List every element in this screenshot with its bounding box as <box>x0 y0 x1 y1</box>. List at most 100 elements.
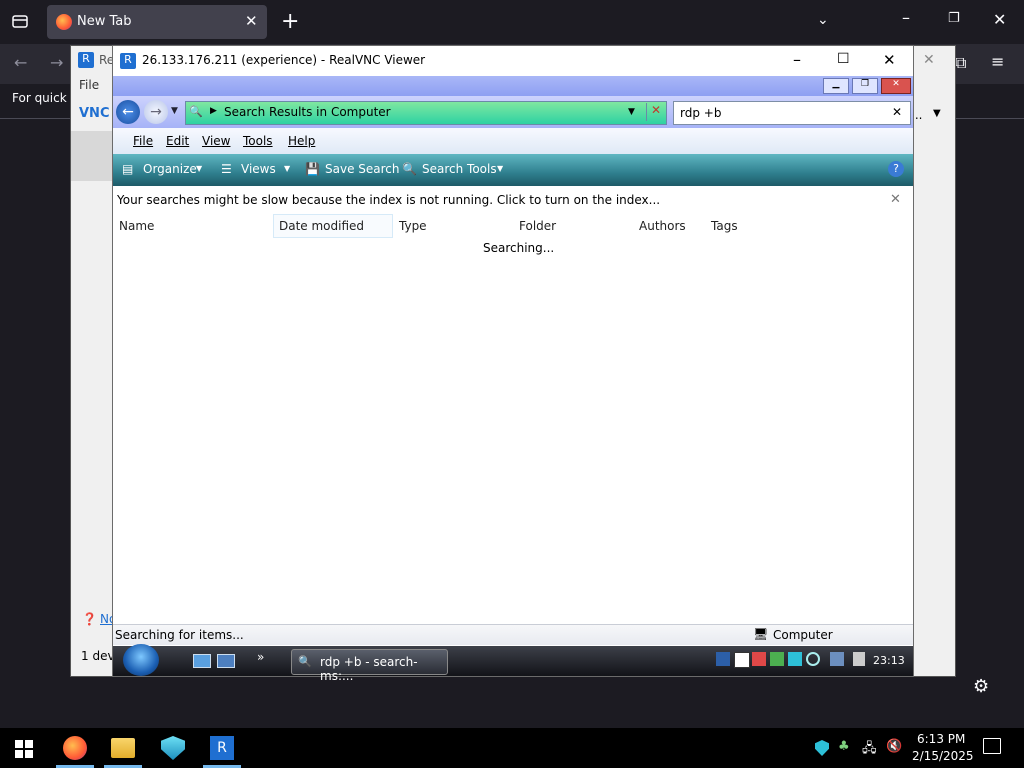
menu-view[interactable]: View <box>202 134 230 148</box>
column-name[interactable]: Name <box>119 219 154 233</box>
vnc-minimize-icon[interactable]: – <box>793 50 801 69</box>
menu-icon[interactable]: ≡ <box>991 52 1004 71</box>
settings-gear-icon[interactable]: ⚙ <box>973 676 989 697</box>
results-pane[interactable]: Searching... <box>113 238 913 654</box>
info-bar-close-icon[interactable]: ✕ <box>890 192 901 207</box>
quick-launch-switch-icon[interactable] <box>217 654 235 668</box>
vista-start-orb-icon[interactable] <box>123 644 159 676</box>
device-count: 1 dev <box>81 649 115 663</box>
help-icon-button[interactable]: ? <box>888 161 904 177</box>
explorer-command-bar: ▤ Organize ▼ ☰ Views ▼ 💾 Save Search 🔍 S… <box>113 154 913 186</box>
tray-network-icon-host[interactable]: 🖧 <box>862 739 877 761</box>
book-menu-file[interactable]: File <box>79 78 99 92</box>
index-info-bar[interactable]: Your searches might be slow because the … <box>113 186 913 215</box>
menu-file[interactable]: File <box>133 134 153 148</box>
remote-task-button[interactable]: 🔍 rdp +b - search-ms:... <box>291 649 448 683</box>
tray-green-icon[interactable] <box>770 652 784 666</box>
taskbar-firefox-icon[interactable] <box>63 736 87 760</box>
chevron-down-icon[interactable]: ⌄ <box>817 12 829 28</box>
back-icon[interactable]: ← <box>14 53 27 72</box>
explorer-address-bar: ← → ▼ 🔍 ▶ Search Results in Computer ▼ ✕… <box>113 96 913 128</box>
address-dropdown-icon[interactable]: ▼ <box>628 107 635 117</box>
taskbar-realvnc-icon[interactable]: R <box>210 736 234 760</box>
status-left-text: Searching for items... <box>115 628 244 642</box>
address-box[interactable]: 🔍 ▶ Search Results in Computer ▼ ✕ <box>185 101 667 125</box>
remote-desktop[interactable]: ▁ ❐ ✕ ← → ▼ 🔍 ▶ Search Results in Comput… <box>113 76 913 683</box>
tray-monitor-icon[interactable] <box>716 652 730 666</box>
notification-icon[interactable] <box>983 738 1001 754</box>
menu-help[interactable]: Help <box>288 134 315 148</box>
column-folder[interactable]: Folder <box>519 219 556 233</box>
remote-clock: 23:13 <box>873 654 905 667</box>
close-tab-icon[interactable]: ✕ <box>245 12 258 30</box>
column-authors[interactable]: Authors <box>639 219 686 233</box>
status-right-text: Computer <box>773 628 833 642</box>
tray-volume-muted-icon[interactable] <box>853 652 865 666</box>
firefox-icon <box>56 14 72 30</box>
vnc-title-bar: R 26.133.176.211 (experience) - RealVNC … <box>113 46 913 76</box>
search-tools-button[interactable]: Search Tools <box>422 162 497 176</box>
search-input-value: rdp +b <box>680 106 722 120</box>
explorer-close-icon[interactable]: ✕ <box>881 78 911 94</box>
nav-back-icon[interactable]: ← <box>116 100 140 124</box>
explorer-menu-bar: File Edit View Tools Help <box>113 128 913 154</box>
column-type[interactable]: Type <box>399 219 427 233</box>
content-separator-right <box>954 118 1024 119</box>
search-input[interactable]: rdp +b ✕ <box>673 101 911 125</box>
explorer-title-bar: ▁ ❐ ✕ <box>113 76 913 96</box>
remote-taskbar: » 🔍 rdp +b - search-ms:... 23:13 <box>113 644 913 683</box>
task-label: rdp +b - search-ms:... <box>320 655 418 683</box>
computer-icon: 🖥 <box>753 627 769 641</box>
tray-network-icon[interactable] <box>830 652 844 666</box>
windows-start-icon[interactable] <box>15 740 33 761</box>
status-bar: Searching for items... 🖥 Computer <box>113 624 913 645</box>
vnc-maximize-icon[interactable]: ☐ <box>837 51 850 67</box>
close-window-icon[interactable]: ✕ <box>993 10 1006 29</box>
column-headers: Name Date modified Type Folder Authors T… <box>113 214 913 238</box>
tray-red-icon[interactable] <box>752 652 766 666</box>
views-button[interactable]: Views <box>241 162 276 176</box>
tab-list-icon[interactable] <box>11 12 29 34</box>
extensions-icon[interactable]: ⧉ <box>955 53 966 73</box>
explorer-minimize-icon[interactable]: ▁ <box>823 78 849 94</box>
tray-people-icon[interactable]: ♣ <box>838 739 850 754</box>
minimize-icon[interactable]: – <box>902 8 910 27</box>
vnc-window-title: 26.133.176.211 (experience) - RealVNC Vi… <box>142 53 426 67</box>
tray-search-icon[interactable] <box>806 652 820 666</box>
nav-history-chevron-icon[interactable]: ▼ <box>171 106 178 116</box>
clear-search-icon[interactable]: ✕ <box>892 105 902 119</box>
tray-vnc-icon[interactable] <box>734 652 750 668</box>
views-icon: ☰ <box>221 162 232 176</box>
save-search-button[interactable]: Save Search <box>325 162 400 176</box>
menu-edit[interactable]: Edit <box>166 134 189 148</box>
restore-icon[interactable]: ❐ <box>948 11 960 26</box>
explorer-restore-icon[interactable]: ❐ <box>852 78 878 94</box>
quick-launch-desktop-icon[interactable] <box>193 654 211 668</box>
vnc-close-icon[interactable]: ✕ <box>883 51 896 69</box>
search-folder-icon: 🔍 <box>189 105 203 118</box>
tray-volume-muted-icon-host[interactable]: 🔇 <box>886 739 902 754</box>
tray-shield-icon[interactable] <box>788 652 802 666</box>
organize-icon: ▤ <box>122 162 134 176</box>
book-dropdown-icon[interactable]: ▼ <box>933 108 941 119</box>
tab-new-tab[interactable]: New Tab ✕ <box>47 5 267 39</box>
taskbar-shield-icon[interactable] <box>161 736 185 760</box>
organize-button[interactable]: Organize <box>143 162 197 176</box>
book-close-icon[interactable]: ✕ <box>923 52 935 68</box>
views-chevron-icon: ▼ <box>284 164 291 173</box>
menu-tools[interactable]: Tools <box>243 134 273 148</box>
column-date-modified-cell[interactable]: Date modified <box>273 214 393 238</box>
taskbar-file-explorer-icon[interactable] <box>111 738 135 758</box>
forward-icon[interactable]: → <box>50 53 63 72</box>
quick-launch-more[interactable]: » <box>257 650 264 664</box>
remote-tray-icons <box>716 652 856 670</box>
column-date-modified: Date modified <box>279 219 365 233</box>
help-icon[interactable]: ❓ <box>82 612 97 626</box>
quick-access-text: For quick a <box>12 91 78 105</box>
realvnc-icon: R <box>120 53 136 69</box>
tray-shield-icon-host[interactable] <box>815 740 829 756</box>
new-tab-icon[interactable]: + <box>281 9 299 34</box>
stop-search-icon[interactable]: ✕ <box>646 103 665 121</box>
nav-forward-icon[interactable]: → <box>144 100 168 124</box>
column-tags[interactable]: Tags <box>711 219 738 233</box>
